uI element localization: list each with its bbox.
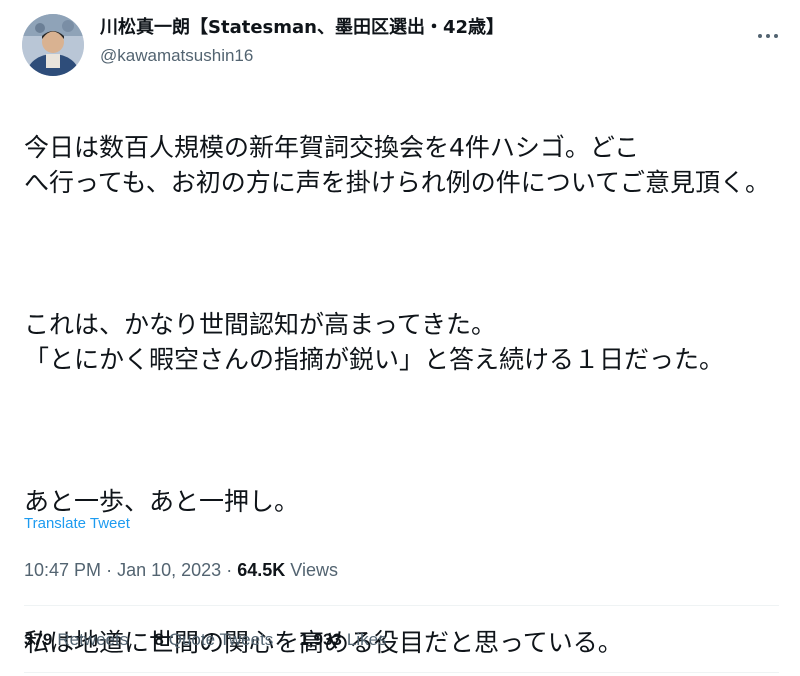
author-names: 川松真一朗【Statesman、墨田区選出・42歳】 @kawamatsushi… xyxy=(100,16,504,68)
tweet-stats: 379 Retweets 8 Quote Tweets 1,933 Likes xyxy=(24,630,387,650)
retweets-count: 379 xyxy=(24,630,53,649)
divider xyxy=(24,672,779,673)
views-count: 64.5K xyxy=(237,560,286,580)
display-name[interactable]: 川松真一朗【Statesman、墨田区選出・42歳】 xyxy=(100,16,504,40)
retweets-label: Retweets xyxy=(57,630,129,649)
likes-stat[interactable]: 1,933 Likes xyxy=(299,630,386,650)
user-handle[interactable]: @kawamatsushin16 xyxy=(100,44,504,68)
meta-separator: · xyxy=(226,560,233,580)
tweet-card: 川松真一朗【Statesman、墨田区選出・42歳】 @kawamatsushi… xyxy=(0,0,800,676)
quotes-count: 8 xyxy=(154,630,164,649)
tweet-paragraph: あと一歩、あと一押し。 xyxy=(24,486,300,516)
retweets-stat[interactable]: 379 Retweets xyxy=(24,630,128,650)
tweet-paragraph: 今日は数百人規模の新年賀詞交換会を4件ハシゴ。どこ へ行っても、お初の方に声を掛… xyxy=(24,132,771,198)
translate-tweet-link[interactable]: Translate Tweet xyxy=(24,515,130,532)
likes-label: Likes xyxy=(346,630,387,649)
avatar[interactable] xyxy=(22,14,84,76)
likes-count: 1,933 xyxy=(299,630,342,649)
quotes-label: Quote Tweets xyxy=(168,630,274,649)
views-label: Views xyxy=(290,560,338,580)
meta-separator: · xyxy=(106,560,113,580)
divider xyxy=(24,605,779,606)
more-dots-icon[interactable] xyxy=(754,26,782,46)
tweet-meta: 10:47 PM · Jan 10, 2023 · 64.5K Views xyxy=(24,560,338,581)
tweet-date[interactable]: Jan 10, 2023 xyxy=(117,560,221,580)
avatar-image xyxy=(22,14,84,76)
tweet-paragraph: これは、かなり世間認知が高まってきた。 「とにかく暇空さんの指摘が鋭い」と答え続… xyxy=(24,309,725,375)
tweet-text: 今日は数百人規模の新年賀詞交換会を4件ハシゴ。どこ へ行っても、お初の方に声を掛… xyxy=(24,94,784,676)
tweet-time[interactable]: 10:47 PM xyxy=(24,560,101,580)
quote-tweets-stat[interactable]: 8 Quote Tweets xyxy=(154,630,273,650)
tweet-header: 川松真一朗【Statesman、墨田区選出・42歳】 @kawamatsushi… xyxy=(22,14,782,76)
